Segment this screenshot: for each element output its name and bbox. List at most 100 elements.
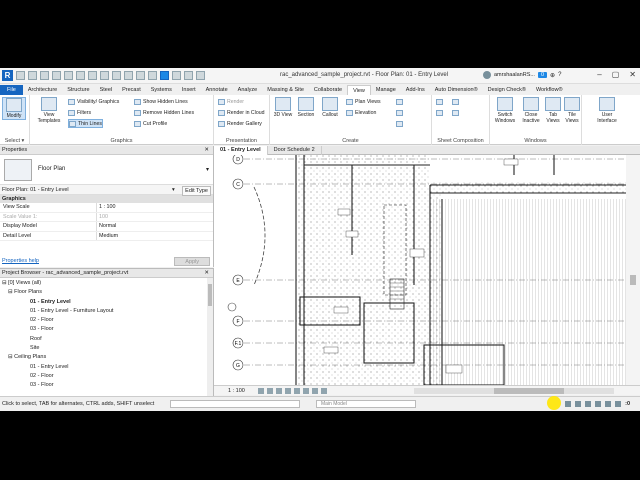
tab-views-button[interactable]: Tab Views [544, 97, 562, 124]
plan-views-button[interactable]: Plan Views [346, 97, 381, 106]
print-icon[interactable] [76, 71, 85, 80]
type-dropdown-icon[interactable]: ▾ [206, 166, 209, 173]
callout-button[interactable]: Callout [318, 97, 342, 118]
type-selector[interactable]: Floor Plan ▾ [0, 155, 213, 185]
tab-steel[interactable]: Steel [95, 85, 118, 95]
tree-item[interactable]: ⊟ Floor Plans [0, 288, 213, 297]
revit-logo-icon[interactable]: R [2, 70, 13, 81]
tag-icon[interactable] [112, 71, 121, 80]
user-interface-button[interactable]: User Interface [592, 97, 622, 124]
notification-badge[interactable]: 0 [537, 72, 548, 78]
tile-views-button[interactable]: Tile Views [564, 97, 580, 124]
instance-dropdown-icon[interactable]: ▾ [172, 185, 175, 195]
revisions-button[interactable] [452, 108, 459, 117]
property-value[interactable]: Medium [97, 232, 118, 241]
3d-view-icon[interactable] [136, 71, 145, 80]
visibility-graphics-button[interactable]: Visibility/ Graphics [68, 97, 119, 106]
tree-item[interactable]: 03 - Floor [0, 325, 213, 334]
property-value[interactable]: 100 [97, 213, 108, 222]
link-select-icon[interactable] [565, 401, 572, 407]
edit-type-button[interactable]: Edit Type [182, 186, 211, 196]
tab-systems[interactable]: Systems [146, 85, 177, 95]
dimension-icon[interactable] [100, 71, 109, 80]
filter-icon[interactable] [615, 401, 622, 407]
property-value[interactable]: 1 : 100 [97, 203, 116, 212]
property-value[interactable]: Normal [97, 222, 116, 231]
drafting-view-button[interactable] [396, 97, 403, 106]
pinned-select-icon[interactable] [585, 401, 592, 407]
section-button[interactable]: Section [294, 97, 318, 118]
text-icon[interactable] [124, 71, 133, 80]
close-browser-icon[interactable]: ✕ [204, 269, 209, 278]
apply-button[interactable]: Apply [174, 257, 210, 266]
sun-path-icon[interactable] [276, 388, 282, 394]
tree-item[interactable]: 01 - Entry Level - Furniture Layout [0, 307, 213, 316]
remove-hidden-lines-button[interactable]: Remove Hidden Lines [134, 108, 194, 117]
property-row[interactable]: Scale Value 1: 100 [0, 212, 213, 222]
customize-qat-icon[interactable] [196, 71, 205, 80]
select-dropdown[interactable]: Select ▾ [0, 138, 29, 144]
render-gallery-button[interactable]: Render Gallery [218, 119, 262, 128]
3d-view-button[interactable]: 3D View [272, 97, 294, 118]
property-row[interactable]: View Scale 1 : 100 [0, 203, 213, 213]
tab-view[interactable]: View [347, 85, 371, 95]
minimize-icon[interactable]: – [597, 70, 601, 79]
undo-icon[interactable] [52, 71, 61, 80]
tab-massing-site[interactable]: Massing & Site [262, 85, 309, 95]
property-row[interactable]: Detail Level Medium [0, 231, 213, 241]
view-tab[interactable]: 01 - Entry Level [214, 146, 268, 155]
switch-windows-button[interactable]: Switch Windows [492, 97, 518, 124]
thin-lines-button[interactable]: Thin Lines [68, 119, 103, 128]
tab-workflow-[interactable]: Workflow® [531, 85, 568, 95]
tab-structure[interactable]: Structure [62, 85, 94, 95]
close-properties-icon[interactable]: ✕ [204, 146, 209, 155]
tree-item[interactable]: 02 - Floor [0, 316, 213, 325]
tab-auto-dimension-[interactable]: Auto Dimension® [430, 85, 483, 95]
close-inactive-button[interactable]: Close Inactive [520, 97, 542, 124]
tab-file[interactable]: File [0, 85, 23, 95]
tab-design-check-[interactable]: Design Check® [483, 85, 531, 95]
drag-select-icon[interactable] [605, 401, 612, 407]
sheet-button[interactable] [436, 97, 443, 106]
visual-style-icon[interactable] [267, 388, 273, 394]
legends-button[interactable] [396, 119, 403, 128]
underlay-select-icon[interactable] [575, 401, 582, 407]
browser-scrollbar[interactable] [207, 278, 213, 396]
temporary-hide-icon[interactable] [312, 388, 318, 394]
tree-item[interactable]: Site [0, 344, 213, 353]
view-templates-button[interactable]: View Templates [34, 97, 64, 124]
save-icon[interactable] [28, 71, 37, 80]
filters-button[interactable]: Filters [68, 108, 91, 117]
detail-level-icon[interactable] [258, 388, 264, 394]
browser-scroll-thumb[interactable] [208, 284, 212, 306]
canvas-scroll-thumb[interactable] [630, 275, 636, 285]
render-button[interactable]: Render [218, 97, 244, 106]
crop-region-icon[interactable] [303, 388, 309, 394]
properties-help-link[interactable]: Properties help [2, 258, 39, 264]
cut-profile-button[interactable]: Cut Profile [134, 119, 167, 128]
tab-analyze[interactable]: Analyze [233, 85, 263, 95]
tree-item[interactable]: 01 - Entry Level [0, 363, 213, 372]
view-tab[interactable]: Door Schedule 2 [268, 146, 322, 155]
tree-item[interactable]: Roof [0, 335, 213, 344]
drawing-canvas[interactable]: D C E F F.1 G [214, 155, 626, 385]
show-hidden-lines-button[interactable]: Show Hidden Lines [134, 97, 188, 106]
property-row[interactable]: Display Model Normal [0, 222, 213, 232]
canvas-horizontal-scrollbar[interactable] [414, 388, 614, 394]
tree-item-selected[interactable]: 01 - Entry Level [0, 298, 213, 307]
duplicate-view-button[interactable] [396, 108, 403, 117]
face-select-icon[interactable] [595, 401, 602, 407]
tree-item[interactable]: 03 - Floor [0, 381, 213, 390]
section-icon[interactable] [148, 71, 157, 80]
tab-collaborate[interactable]: Collaborate [309, 85, 347, 95]
close-hidden-icon[interactable] [172, 71, 181, 80]
tab-insert[interactable]: Insert [177, 85, 201, 95]
tab-annotate[interactable]: Annotate [201, 85, 233, 95]
cart-icon[interactable]: ⊕ [550, 72, 555, 79]
redo-icon[interactable] [64, 71, 73, 80]
workset-field[interactable] [170, 400, 300, 408]
reveal-hidden-icon[interactable] [321, 388, 327, 394]
matchline-button[interactable] [452, 97, 459, 106]
crop-view-icon[interactable] [294, 388, 300, 394]
canvas-hscroll-thumb[interactable] [494, 388, 564, 394]
